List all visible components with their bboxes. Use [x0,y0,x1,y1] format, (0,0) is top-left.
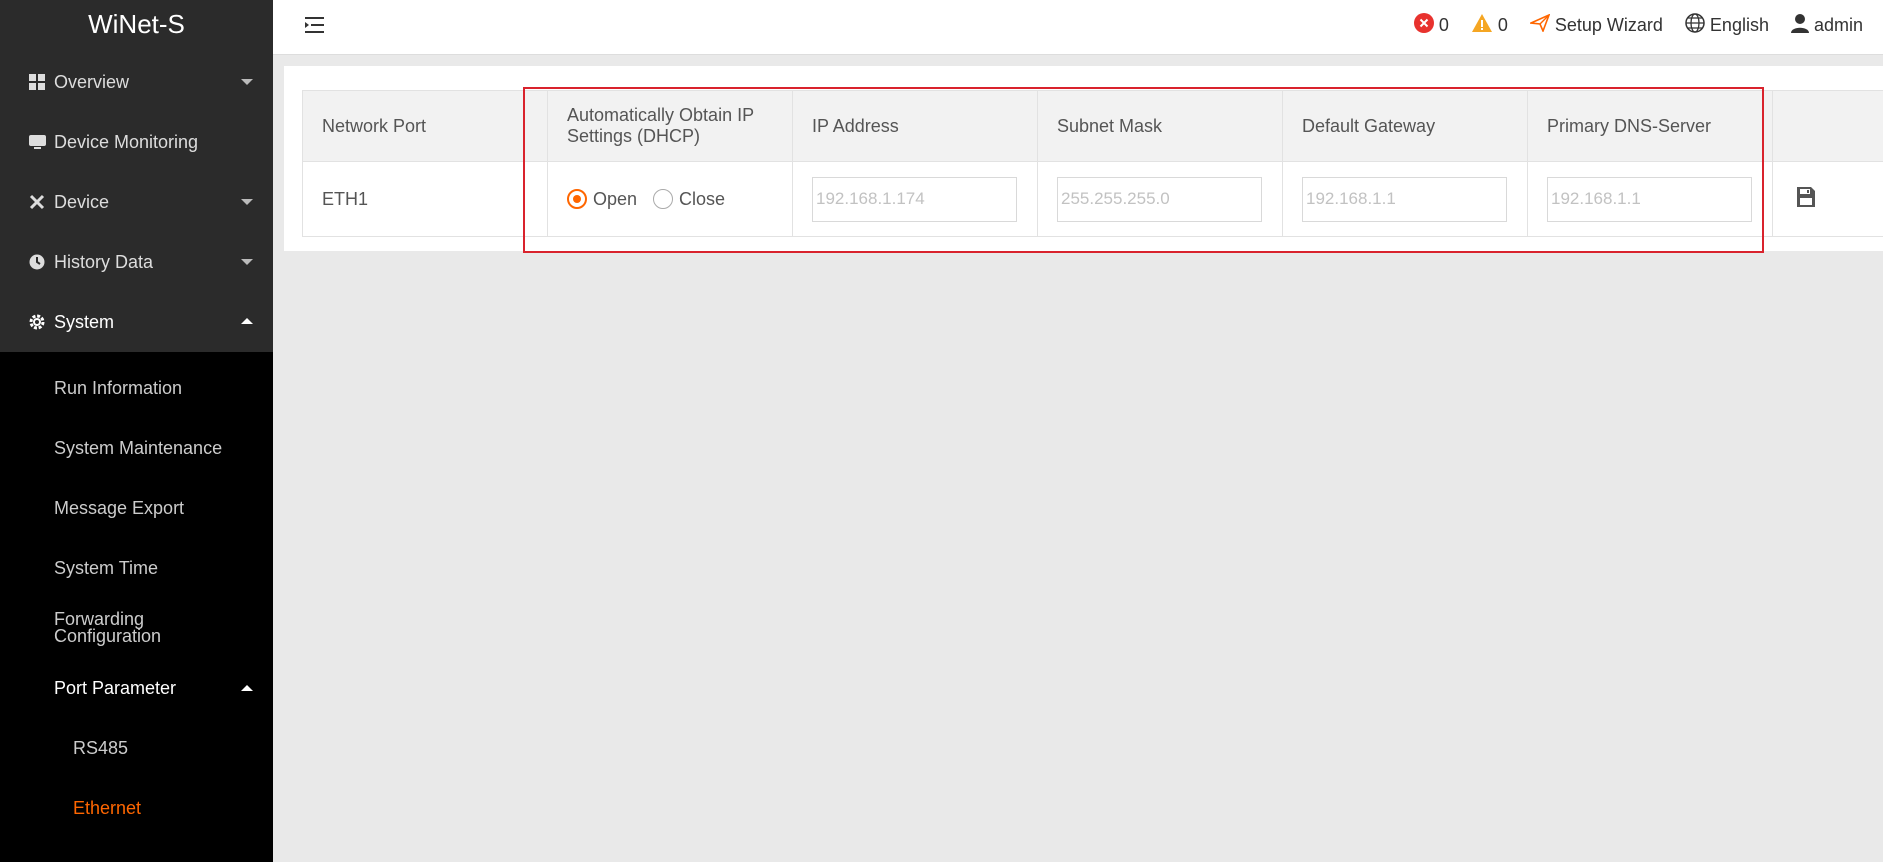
sidebar-item-message-export[interactable]: Message Export [0,478,273,538]
setup-wizard-label: Setup Wizard [1554,14,1663,35]
actions-cell [1772,162,1883,236]
ip-address-cell [792,162,1037,236]
chevron-down-icon [241,199,253,205]
app-title: WiNet-S [0,0,273,52]
chevron-up-icon [241,685,253,691]
sidebar-item-run-information[interactable]: Run Information [0,358,273,418]
chevron-down-icon [241,259,253,265]
gear-icon [28,313,46,331]
sidebar-item-system-maintenance[interactable]: System Maintenance [0,418,273,478]
default-gateway-cell [1282,162,1527,236]
sidebar-item-label: Overview [54,71,130,92]
language-label: English [1709,14,1769,35]
primary-dns-input[interactable] [1547,176,1752,222]
warning-icon [1471,13,1493,38]
sidebar-item-label: Port Parameter [54,677,177,698]
sidebar-item-history-data[interactable]: History Data [0,232,273,292]
header-subnet-mask: Subnet Mask [1037,91,1282,161]
tools-icon [28,193,46,211]
ethernet-table: Network Port Automatically Obtain IP Set… [302,90,1883,237]
chevron-down-icon [241,79,253,85]
error-count: 0 [1438,14,1449,35]
topbar-actions: 0 0 Setup Wizard English admin [1413,0,1863,50]
user-menu[interactable]: admin [1790,13,1863,38]
monitor-icon [28,133,46,151]
header-actions [1772,91,1883,161]
header-network-port: Network Port [302,91,547,161]
user-name: admin [1813,14,1863,35]
header-default-gateway: Default Gateway [1282,91,1527,161]
error-indicator[interactable]: 0 [1413,12,1449,38]
dhcp-open-label: Open [593,188,638,209]
sidebar-item-label: Device [54,191,110,212]
sidebar-item-device[interactable]: Device [0,172,273,232]
header-dhcp-label: Automatically Obtain IP Settings (DHCP) [567,105,754,146]
sidebar-item-ethernet[interactable]: Ethernet [0,778,273,838]
dhcp-radio-group: Open Close [547,162,792,236]
sidebar-item-system[interactable]: System [0,292,273,352]
header-primary-dns: Primary DNS-Server [1527,91,1772,161]
sidebar-item-port-parameter[interactable]: Port Parameter [0,658,273,718]
sidebar-item-label: History Data [54,251,154,272]
sidebar-item-device-monitoring[interactable]: Device Monitoring [0,112,273,172]
user-icon [1790,13,1809,38]
error-icon [1413,12,1434,38]
default-gateway-input[interactable] [1302,176,1507,222]
paper-plane-icon [1527,12,1551,37]
clock-icon [28,253,46,271]
menu-collapse-icon[interactable] [305,16,325,36]
ip-address-input[interactable] [812,176,1017,222]
primary-dns-cell [1527,162,1772,236]
dhcp-close-radio[interactable]: Close [653,189,725,210]
header-dhcp: Automatically Obtain IP Settings (DHCP) [547,91,792,161]
warning-count: 0 [1497,14,1508,35]
network-port-value: ETH1 [302,162,547,236]
sidebar-item-label: System [54,311,115,332]
table-header: Network Port Automatically Obtain IP Set… [302,91,1883,162]
chevron-up-icon [241,318,253,324]
sidebar-item-overview[interactable]: Overview [0,52,273,112]
language-selector[interactable]: English [1685,12,1769,38]
system-submenu: Run Information System Maintenance Messa… [0,352,273,838]
topbar: 0 0 Setup Wizard English admin [273,0,1883,55]
setup-wizard-link[interactable]: Setup Wizard [1527,12,1663,37]
radio-checked-icon [567,189,587,209]
table-row: ETH1 Open Close [302,162,1883,236]
warning-indicator[interactable]: 0 [1471,13,1508,38]
sidebar-item-system-time[interactable]: System Time [0,538,273,598]
radio-unchecked-icon [653,189,674,209]
grid-icon [28,73,46,91]
subnet-mask-cell [1037,162,1282,236]
globe-icon [1685,12,1705,38]
dhcp-close-label: Close [679,188,726,209]
dhcp-open-radio[interactable]: Open [567,189,637,210]
sidebar-item-rs485[interactable]: RS485 [0,718,273,778]
sidebar-item-label: Forwarding Configuration [54,609,162,646]
ethernet-settings-panel: Network Port Automatically Obtain IP Set… [284,66,1883,251]
main-menu: Overview Device Monitoring Device Histor… [0,52,273,352]
save-icon[interactable] [1797,186,1815,212]
sidebar-item-forwarding-configuration[interactable]: Forwarding Configuration [0,598,273,658]
sidebar: WiNet-S Overview Device Monitoring Devic… [0,0,273,862]
header-ip-address: IP Address [792,91,1037,161]
sidebar-item-label: Device Monitoring [54,131,199,152]
subnet-mask-input[interactable] [1057,176,1262,222]
